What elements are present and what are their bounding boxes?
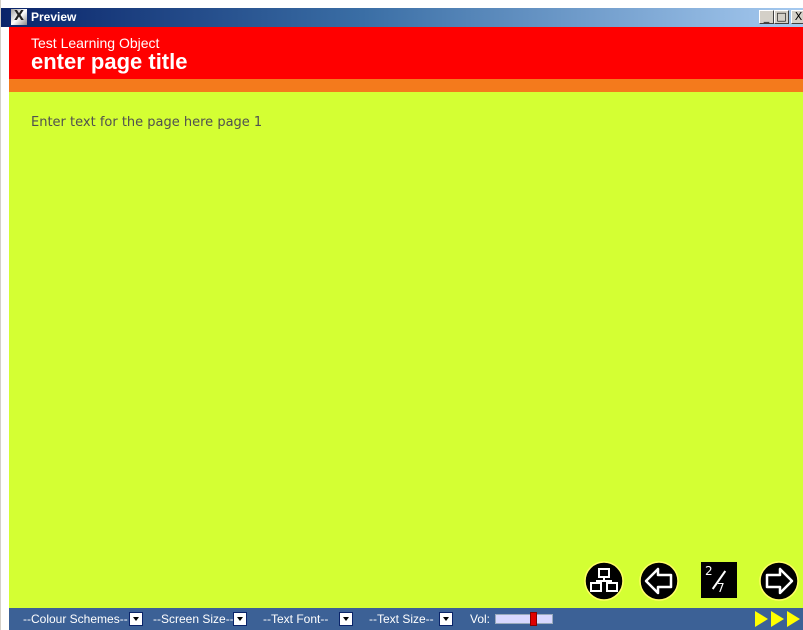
chevron-down-icon[interactable] [339,612,353,626]
maximize-button[interactable]: □ [774,10,789,24]
fast-forward-icon [771,611,784,627]
preview-window: X Preview _ □ X Test Learning Object ent… [0,0,803,630]
header-divider [9,79,803,92]
app-logo-icon: X [11,9,27,25]
colour-schemes-label: --Colour Schemes-- [23,612,128,626]
close-button[interactable]: X [791,10,803,24]
window-title: Preview [31,10,77,24]
volume-slider[interactable] [495,612,553,626]
sitemap-icon [584,561,624,601]
content-area: Enter text for the page here page 1 [9,92,803,608]
volume-slider-thumb[interactable] [530,612,537,626]
arrow-left-icon [639,561,679,601]
chevron-down-icon[interactable] [439,612,453,626]
minimize-button[interactable]: _ [759,10,774,24]
fast-forward-button[interactable] [755,611,803,630]
colour-schemes-select[interactable]: --Colour Schemes-- [23,612,143,627]
text-font-select[interactable]: --Text Font-- [263,612,353,627]
page-total: 7 [717,581,725,595]
chevron-down-icon[interactable] [233,612,247,626]
title-bar: X Preview _ □ X [1,8,803,27]
back-button[interactable] [639,561,679,601]
page-header: Test Learning Object enter page title [9,27,803,79]
screen-size-select[interactable]: --Screen Size-- [153,612,247,627]
fast-forward-icon [755,611,768,627]
footer-toolbar: --Colour Schemes-- --Screen Size-- --Tex… [9,608,803,630]
text-size-label: --Text Size-- [369,612,434,626]
chevron-down-icon[interactable] [129,612,143,626]
sitemap-button[interactable] [584,561,624,601]
page-counter: 2 7 [701,562,737,598]
screen-size-label: --Screen Size-- [153,612,234,626]
page-title: enter page title [31,49,188,74]
volume-label: Vol: [470,612,491,626]
page-body-text: Enter text for the page here page 1 [31,115,263,130]
text-font-label: --Text Font-- [263,612,329,626]
next-button[interactable] [759,561,799,601]
text-size-select[interactable]: --Text Size-- [369,612,453,627]
page-current: 2 [705,564,713,578]
fast-forward-icon [787,611,800,627]
arrow-right-icon [759,561,799,601]
